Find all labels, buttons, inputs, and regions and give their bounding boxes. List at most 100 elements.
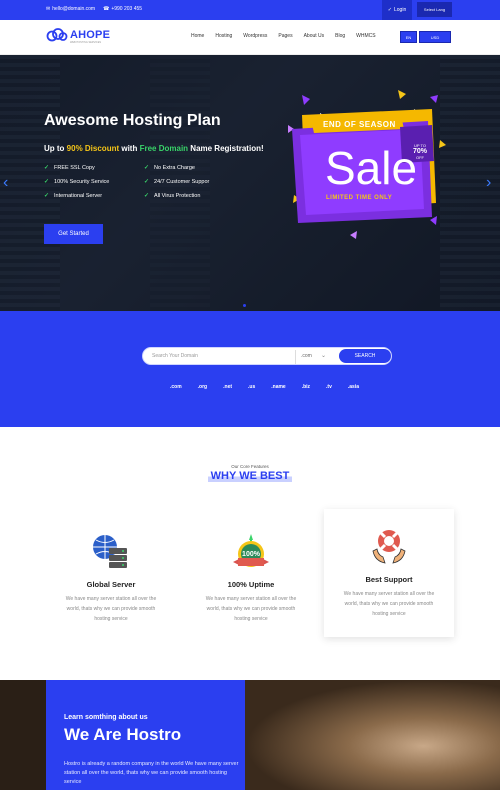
hero-subtitle: Up to 90% Discount with Free Domain Name… — [44, 144, 264, 153]
feature-card-support: Best Support We have many server station… — [324, 509, 454, 637]
tld-item[interactable]: .com — [170, 384, 182, 390]
nav-item-wordpress[interactable]: Wordpress — [243, 33, 267, 39]
feature-item: ✓ 24/7 Customer Suppor — [144, 178, 244, 186]
about-photo — [245, 680, 500, 790]
tld-item[interactable]: .asia — [348, 384, 359, 390]
logo-tagline: WEB HOSTING SERVICES — [70, 41, 102, 44]
logo[interactable]: AHOPE WEB HOSTING SERVICES — [46, 28, 111, 44]
svg-text:100%: 100% — [242, 551, 261, 558]
nav-item-hosting[interactable]: Hosting — [215, 33, 232, 39]
feature-text: 100% Security Service — [54, 178, 110, 185]
header-button-b[interactable]: USD — [419, 31, 451, 43]
features-section: Our Core Features WHY WE BEST Global Ser… — [0, 427, 500, 680]
hero-subtitle-mid: with — [119, 144, 140, 153]
feature-item: ✓ International Server — [44, 192, 144, 200]
hero-subtitle-pre: Up to — [44, 144, 67, 153]
check-icon: ✓ — [144, 193, 150, 199]
phone-text[interactable]: +990 203 455 — [111, 6, 142, 12]
tld-item[interactable]: .net — [223, 384, 232, 390]
top-bar: ✉ hello@domain.com ☎ +990 203 455 ✓ Logi… — [0, 0, 500, 20]
feature-card-uptime: 100% 100% Uptime We have many server sta… — [186, 512, 316, 640]
email-contact[interactable]: ✉ hello@domain.com — [46, 6, 95, 12]
header-buttons: EN USD — [400, 31, 451, 43]
section-title-text: WHY WE BEST — [207, 470, 293, 482]
feature-item: ✓ All Virus Protection — [144, 192, 244, 200]
feature-text: No Extra Charge — [154, 164, 195, 171]
badge-line-3: OFF — [416, 155, 424, 160]
feature-text: 24/7 Customer Suppor — [154, 178, 210, 185]
search-divider — [295, 350, 296, 364]
hero-subtitle-post: Name Registration! — [188, 144, 264, 153]
domain-search-input[interactable]: Search Your Domain — [152, 353, 198, 359]
about-description: Hostro is already a random company in th… — [64, 761, 239, 785]
domain-search-bar: Search Your Domain .com ⌄ SEARCH — [142, 347, 392, 365]
tld-item[interactable]: .org — [198, 384, 207, 390]
card-description: We have many server station all over the… — [343, 591, 435, 617]
about-section: Learn somthing about us We Are Hostro Ho… — [0, 680, 500, 790]
feature-text: FREE SSL Copy — [54, 164, 95, 171]
nav-item-pages[interactable]: Pages — [278, 33, 292, 39]
main-header: AHOPE WEB HOSTING SERVICES Home Hosting … — [0, 20, 500, 55]
nav-item-whmcs[interactable]: WHMCS — [356, 33, 375, 39]
sale-top-ribbon: END OF SEASON — [323, 120, 396, 129]
header-button-a[interactable]: EN — [400, 31, 417, 43]
card-title: 100% Uptime — [227, 580, 275, 589]
login-label: Login — [393, 7, 407, 13]
login-button[interactable]: ✓ Login — [382, 0, 412, 20]
language-select[interactable]: Select Lang — [417, 2, 452, 17]
sale-word: Sale — [325, 142, 418, 194]
get-started-button[interactable]: Get Started — [44, 224, 103, 244]
check-icon: ✓ — [144, 165, 150, 171]
check-icon: ✓ — [44, 179, 50, 185]
hero-title: Awesome Hosting Plan — [44, 112, 221, 129]
slider-next-icon[interactable]: › — [486, 174, 491, 192]
logo-name: AHOPE — [70, 29, 111, 41]
hero-feature-list: ✓ FREE SSL Copy ✓ No Extra Charge ✓ 100% Se… — [44, 164, 244, 200]
email-text[interactable]: hello@domain.com — [52, 6, 95, 12]
slider-prev-icon[interactable]: ‹ — [3, 174, 8, 192]
global-server-icon — [93, 535, 127, 568]
hero-discount: 90% Discount — [66, 144, 120, 153]
tld-item[interactable]: .name — [271, 384, 285, 390]
tld-item[interactable]: .tv — [326, 384, 332, 390]
feature-text: All Virus Protection — [154, 192, 201, 199]
check-icon: ✓ — [144, 179, 150, 185]
contact-info: ✉ hello@domain.com ☎ +990 203 455 — [46, 6, 142, 12]
about-panel: Learn somthing about us We Are Hostro Ho… — [46, 680, 245, 790]
nav-item-blog[interactable]: Blog — [335, 33, 345, 39]
search-button[interactable]: SEARCH — [339, 349, 391, 363]
section-title: WHY WE BEST — [0, 470, 500, 482]
section-kicker: Our Core Features — [231, 464, 269, 469]
tld-item[interactable]: .us — [248, 384, 255, 390]
sale-badge: UP TO 70% OFF — [408, 143, 432, 161]
card-title: Best Support — [365, 575, 413, 584]
card-title: Global Server — [86, 580, 136, 589]
card-description: We have many server station all over the… — [205, 596, 297, 622]
uptime-badge-icon: 100% — [233, 534, 269, 567]
nav-item-home[interactable]: Home — [191, 33, 204, 39]
tld-list: .com .org .net .us .name .biz .tv .asia — [170, 384, 359, 390]
user-icon: ✓ — [387, 7, 392, 13]
mail-icon: ✉ — [46, 6, 51, 12]
cloud-logo-icon — [46, 28, 68, 42]
hero-free-domain: Free Domain — [139, 144, 189, 153]
tld-item[interactable]: .biz — [302, 384, 310, 390]
feature-card-global-server: Global Server We have many server statio… — [46, 512, 176, 640]
extension-select[interactable]: .com — [301, 353, 312, 359]
hero-slider: Awesome Hosting Plan Up to 90% Discount … — [0, 55, 500, 311]
nav-item-about[interactable]: About Us — [304, 33, 325, 39]
feature-item: ✓ FREE SSL Copy — [44, 164, 144, 172]
check-icon: ✓ — [44, 165, 50, 171]
feature-item: ✓ No Extra Charge — [144, 164, 244, 172]
feature-text: International Server — [54, 192, 103, 199]
phone-contact[interactable]: ☎ +990 203 455 — [103, 6, 142, 12]
about-photo-left — [0, 680, 46, 790]
chevron-down-icon[interactable]: ⌄ — [321, 352, 326, 359]
feature-item: ✓ 100% Security Service — [44, 178, 144, 186]
check-icon: ✓ — [44, 193, 50, 199]
slider-dot[interactable] — [243, 304, 246, 307]
domain-search-section: Search Your Domain .com ⌄ SEARCH .com .o… — [0, 311, 500, 427]
support-lifebuoy-icon — [372, 530, 406, 564]
phone-icon: ☎ — [103, 6, 110, 12]
card-description: We have many server station all over the… — [65, 596, 157, 622]
